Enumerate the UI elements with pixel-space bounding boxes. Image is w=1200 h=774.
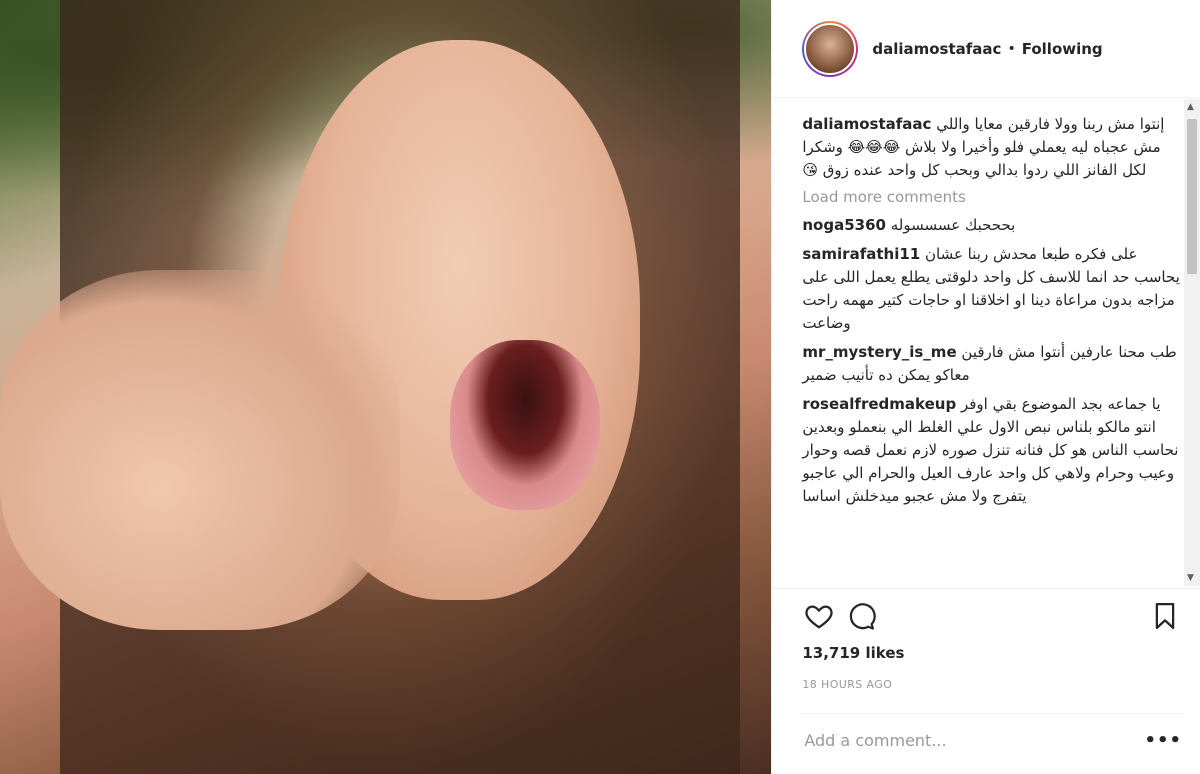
avatar[interactable] bbox=[802, 20, 859, 77]
list-item: samirafathi11 على فكره طبعا محدش ربنا عش… bbox=[802, 243, 1184, 335]
post-panel: daliamostafaac • Following daliamostafaa… bbox=[771, 0, 1200, 774]
caption: daliamostafaac إنتوا مش ربنا وولا فارقين… bbox=[802, 113, 1184, 182]
post-header: daliamostafaac • Following bbox=[772, 0, 1200, 98]
comment-username[interactable]: rosealfredmakeup bbox=[802, 395, 956, 413]
comments-scrollbar[interactable]: ▲ ▼ bbox=[1184, 99, 1200, 586]
heart-icon[interactable] bbox=[802, 599, 836, 633]
comment-username[interactable]: mr_mystery_is_me bbox=[802, 343, 956, 361]
action-bar bbox=[772, 588, 1200, 643]
comments-list[interactable]: daliamostafaac إنتوا مش ربنا وولا فارقين… bbox=[772, 99, 1184, 586]
scrollbar-thumb[interactable] bbox=[1187, 119, 1197, 274]
comment-input[interactable] bbox=[802, 729, 1145, 751]
bookmark-icon[interactable] bbox=[1148, 599, 1182, 633]
scroll-up-arrow-icon[interactable]: ▲ bbox=[1187, 102, 1194, 112]
list-item: noga5360 بحححبك عسسسوله bbox=[802, 214, 1184, 237]
add-comment-bar: ••• bbox=[802, 713, 1182, 766]
scroll-down-arrow-icon[interactable]: ▼ bbox=[1187, 573, 1194, 583]
comment-text: بحححبك عسسسوله bbox=[890, 216, 1016, 234]
comment-username[interactable]: noga5360 bbox=[802, 216, 886, 234]
more-options-icon[interactable]: ••• bbox=[1144, 730, 1182, 751]
load-more-comments[interactable]: Load more comments bbox=[802, 188, 1184, 206]
following-button[interactable]: Following bbox=[1022, 40, 1103, 58]
comment-icon[interactable] bbox=[844, 599, 878, 633]
avatar-image bbox=[804, 22, 857, 75]
post-photo[interactable] bbox=[0, 0, 772, 774]
photo-hand bbox=[0, 270, 400, 630]
caption-username[interactable]: daliamostafaac bbox=[802, 115, 931, 133]
list-item: rosealfredmakeup يا جماعه بجد الموضوع بق… bbox=[802, 393, 1184, 508]
header-username[interactable]: daliamostafaac bbox=[872, 40, 1001, 58]
comment-username[interactable]: samirafathi11 bbox=[802, 245, 920, 263]
post-timestamp[interactable]: 18 HOURS AGO bbox=[802, 678, 892, 691]
like-count[interactable]: 13,719 likes bbox=[802, 644, 904, 662]
list-item: mr_mystery_is_me طب محنا عارفين أنتوا مش… bbox=[802, 341, 1184, 387]
photo-mouth bbox=[450, 340, 600, 510]
instagram-post: daliamostafaac • Following daliamostafaa… bbox=[0, 0, 1200, 774]
separator-dot: • bbox=[1007, 40, 1016, 57]
